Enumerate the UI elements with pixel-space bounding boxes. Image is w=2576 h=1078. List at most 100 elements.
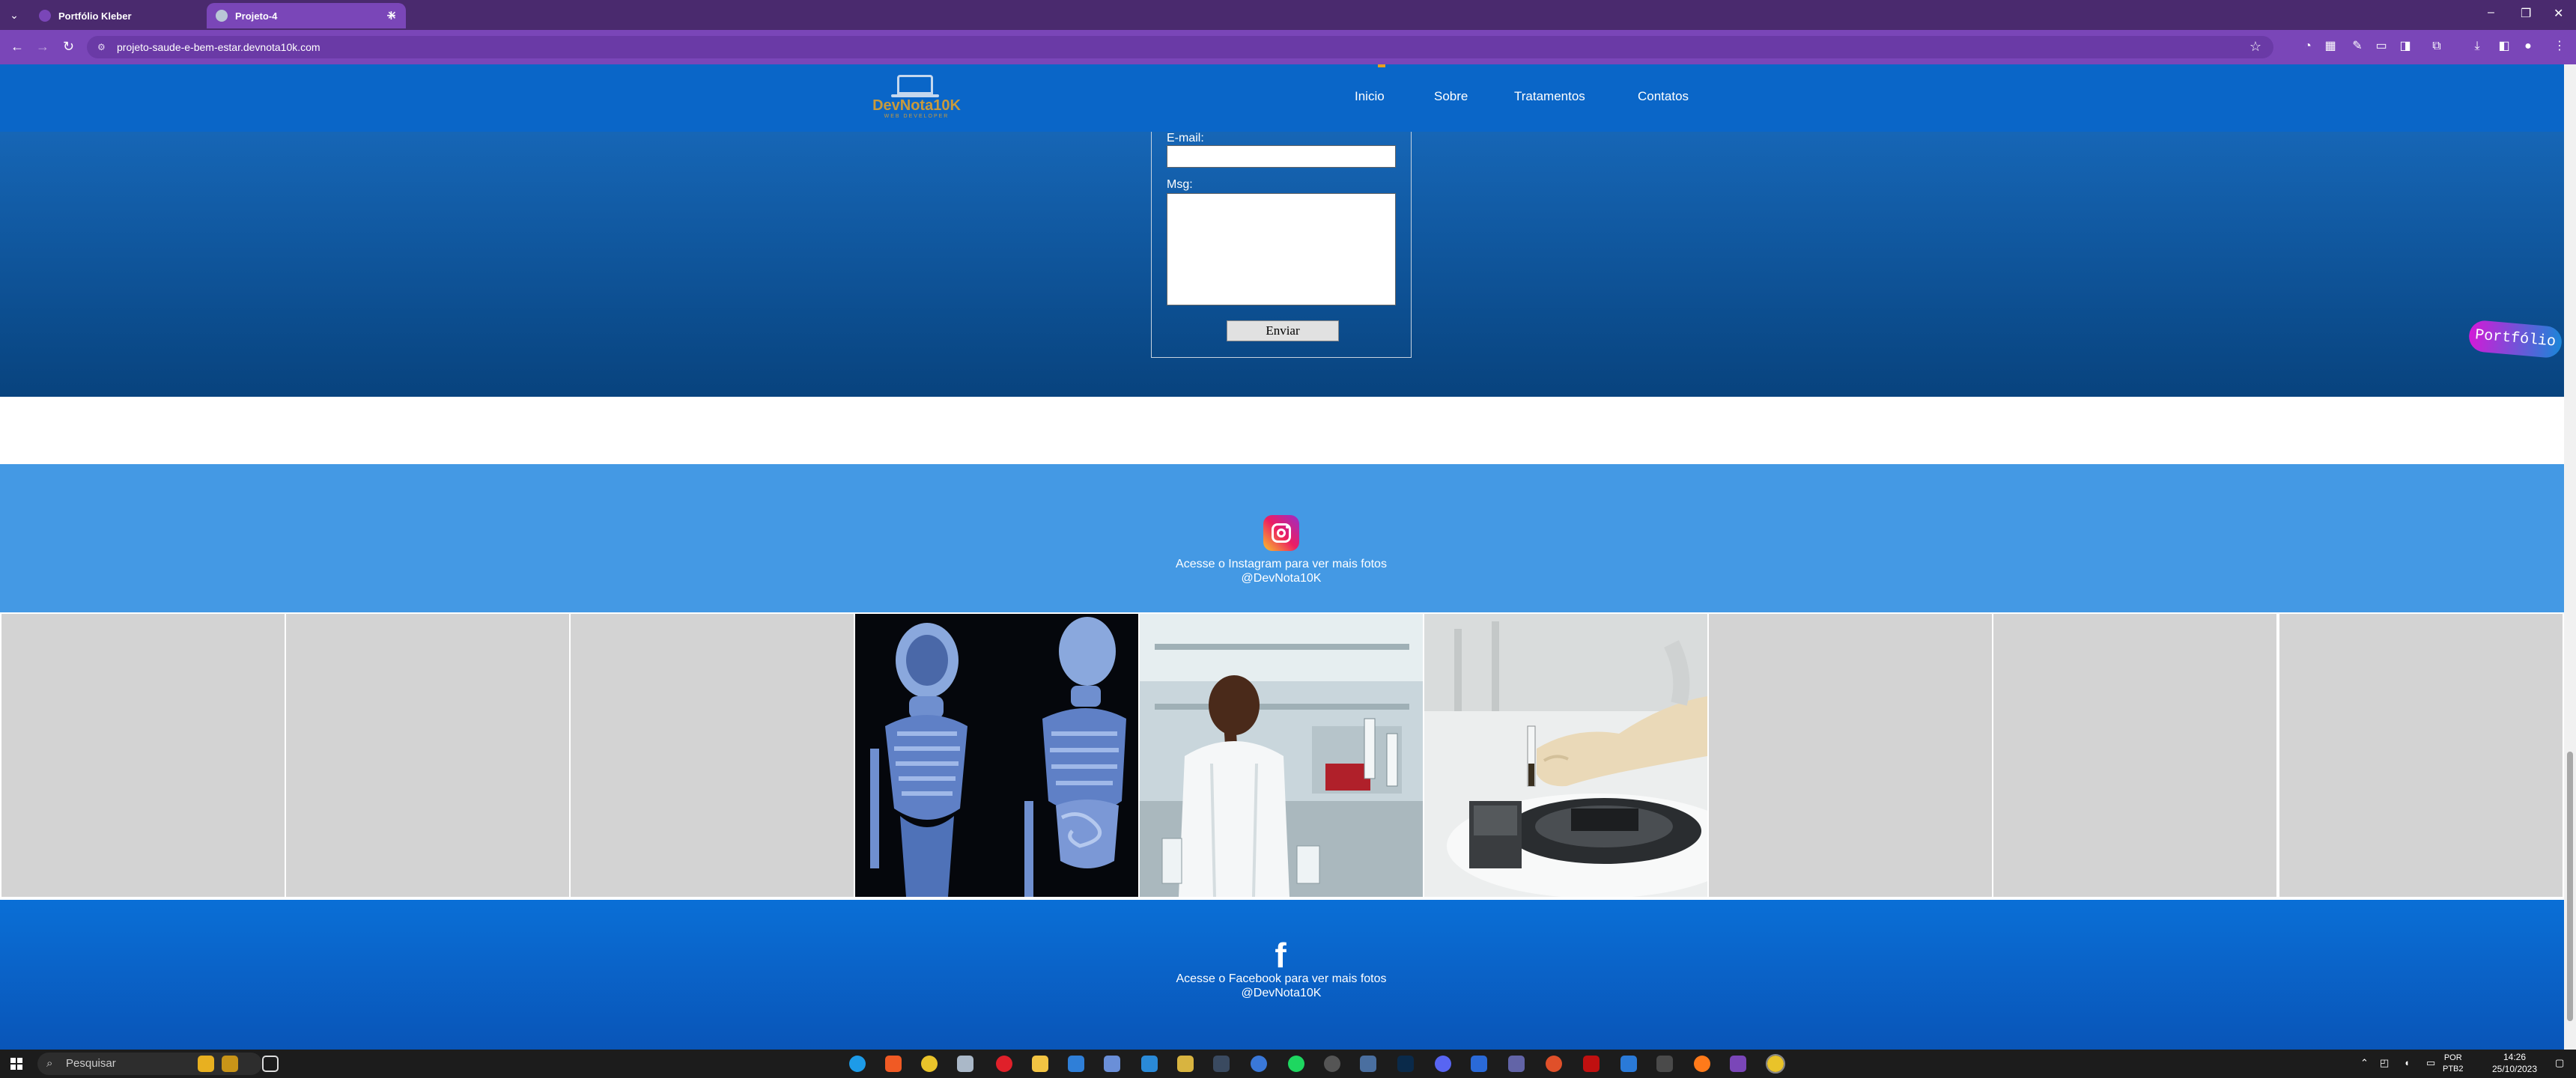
extension-colorful-icon[interactable]: ▦ [2321,37,2339,55]
network-icon[interactable]: ◰ [2380,1057,2389,1069]
downloads-icon[interactable]: ⤓ [2468,37,2486,55]
profile-avatar-icon[interactable]: ● [2519,37,2537,55]
instagram-icon-dot [1286,526,1289,529]
instagram-icon[interactable] [1263,515,1299,551]
clock-date: 25/10/2023 [2491,1064,2538,1074]
app-icon[interactable] [1251,1056,1267,1072]
store-icon[interactable] [1104,1056,1120,1072]
app-icon[interactable] [1177,1056,1194,1072]
portfolio-floating-button[interactable]: Portfólio [2467,319,2563,359]
maximize-window-button[interactable]: ❐ [2521,6,2531,21]
instagram-section: Acesse o Instagram para ver mais fotos @… [0,464,2564,612]
volume-icon[interactable]: ◖ [2404,1057,2410,1068]
gallery-placeholder [1,614,285,897]
facebook-icon[interactable]: f [1266,938,1295,972]
nav-link-tratamentos[interactable]: Tratamentos [1514,89,1585,104]
browser-menu-icon[interactable]: ⋮ [2551,37,2569,55]
tab-favicon-icon [216,10,228,22]
gallery-photo-skeleton[interactable] [855,614,1138,897]
spotify-icon[interactable] [1288,1056,1304,1072]
nav-link-inicio[interactable]: Inicio [1355,89,1385,104]
brave-browser-icon[interactable] [885,1056,902,1072]
app-icon[interactable] [1471,1056,1487,1072]
reload-button[interactable]: ↻ [63,39,74,55]
instagram-caption[interactable]: Acesse o Instagram para ver mais fotos [1108,557,1454,571]
chrome-active-icon[interactable] [1766,1054,1785,1074]
tab-projeto-4[interactable]: Projeto-4 ✕ [207,3,406,28]
search-highlight-icon[interactable] [198,1056,214,1072]
clock-time: 14:26 [2503,1052,2527,1062]
url-text[interactable]: projeto-saude-e-bem-estar.devnota10k.com [117,41,321,53]
new-tab-button[interactable]: + [386,6,396,25]
facebook-caption[interactable]: Acesse o Facebook para ver mais fotos [1108,972,1454,986]
edge-browser-icon[interactable] [849,1056,866,1072]
header-accent-mark [1378,64,1385,67]
nav-link-contatos[interactable]: Contatos [1638,89,1689,104]
chrome-browser-icon[interactable] [921,1056,938,1072]
laptop-icon [897,75,933,94]
tab-title: Portfólio Kleber [58,10,132,22]
steam-icon[interactable] [1213,1056,1230,1072]
notifications-icon[interactable]: ▢ [2555,1057,2564,1069]
instagram-handle[interactable]: @DevNota10K [1108,571,1454,585]
tab-favicon-icon [39,10,51,22]
extension-pen-icon[interactable]: ✎ [2348,37,2366,55]
submit-button[interactable]: Enviar [1227,320,1339,341]
teams-icon[interactable] [1508,1056,1525,1072]
app-icon[interactable] [957,1056,973,1072]
extension-icon[interactable]: ◔ [2299,37,2317,55]
filezilla-icon[interactable] [1583,1056,1600,1072]
file-explorer-icon[interactable] [1032,1056,1048,1072]
discord-icon[interactable] [1435,1056,1451,1072]
app-icon[interactable] [1730,1056,1746,1072]
facebook-handle[interactable]: @DevNota10K [1108,986,1454,1000]
tab-search-dropdown-icon[interactable]: ⌄ [6,7,22,22]
firefox-icon[interactable] [1694,1056,1710,1072]
site-info-icon[interactable]: ⚙ [97,42,106,52]
gallery-photo-centrifuge[interactable] [1424,614,1707,897]
close-window-button[interactable]: ✕ [2554,6,2563,21]
extension-icon[interactable]: ▭ [2372,37,2390,55]
windows-start-icon[interactable] [10,1058,22,1070]
facebook-section: f Acesse o Facebook para ver mais fotos … [0,900,2564,1050]
app-icon[interactable] [1546,1056,1562,1072]
page-scrollbar[interactable] [2564,64,2576,1050]
back-button[interactable]: ← [10,39,24,55]
app-icon[interactable] [1620,1056,1637,1072]
email-field[interactable] [1167,145,1396,168]
laboratory-researcher-image [1140,614,1423,897]
system-clock[interactable]: 14:26 25/10/2023 [2477,1051,2552,1075]
windows-taskbar: ⌕ Pesquisar ⌃ ◰ ◖ ▭ POR PTB2 14:26 25/10… [0,1050,2576,1078]
search-highlight-icon[interactable] [222,1056,238,1072]
code-editor-icon[interactable] [1656,1056,1673,1072]
vscode-icon[interactable] [1141,1056,1158,1072]
site-header: DevNota10K WEB DEVELOPER Inicio Sobre Tr… [0,64,2564,132]
logo-tagline: WEB DEVELOPER [884,114,950,119]
app-icon[interactable] [1324,1056,1340,1072]
gallery-placeholder [2279,614,2563,897]
app-icon[interactable] [1360,1056,1376,1072]
mail-icon[interactable] [1068,1056,1084,1072]
photoshop-icon[interactable] [1397,1056,1414,1072]
photo-gallery [0,612,2564,900]
task-view-icon[interactable] [262,1056,279,1072]
contact-section: E-mail: Msg: Enviar Portfólio [0,132,2564,397]
battery-icon[interactable]: ▭ [2426,1057,2435,1069]
tab-portfolio-kleber[interactable]: Portfólio Kleber ✕ [30,3,229,28]
side-panel-icon[interactable]: ◧ [2495,37,2513,55]
contact-form: E-mail: Msg: Enviar [1151,132,1412,358]
minimize-window-button[interactable]: – [2488,6,2494,19]
message-textarea[interactable] [1167,193,1396,305]
gallery-photo-lab-researcher[interactable] [1140,614,1423,897]
extension-icon[interactable]: ◨ [2396,37,2414,55]
extensions-puzzle-icon[interactable]: ⧉ [2428,37,2446,55]
input-language[interactable]: POR PTB2 [2443,1053,2464,1075]
nav-link-sobre[interactable]: Sobre [1434,89,1468,104]
bookmark-star-icon[interactable]: ☆ [2250,39,2261,55]
scrollbar-thumb[interactable] [2567,752,2573,1021]
site-logo[interactable]: DevNota10K WEB DEVELOPER [866,75,967,120]
tray-overflow-icon[interactable]: ⌃ [2360,1057,2369,1069]
forward-button[interactable]: → [36,39,49,55]
address-bar[interactable]: ⚙ projeto-saude-e-bem-estar.devnota10k.c… [87,36,2273,58]
opera-browser-icon[interactable] [996,1056,1012,1072]
